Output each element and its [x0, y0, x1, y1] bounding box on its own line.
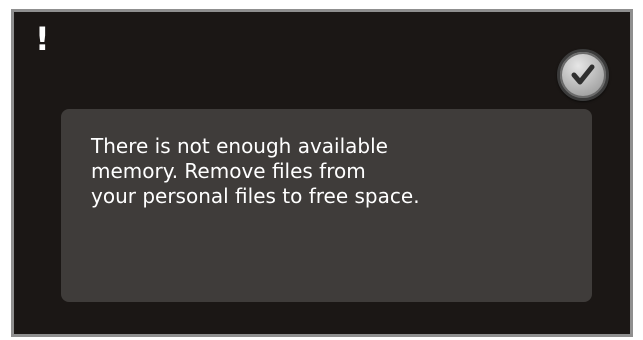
check-icon [571, 64, 595, 85]
warning-message: There is not enough available memory. Re… [91, 134, 420, 208]
memory-warning-dialog: ! There is not enough available memory. … [11, 9, 633, 337]
confirm-button[interactable] [557, 49, 609, 101]
exclamation-icon: ! [35, 20, 50, 58]
message-panel: There is not enough available memory. Re… [61, 109, 592, 302]
